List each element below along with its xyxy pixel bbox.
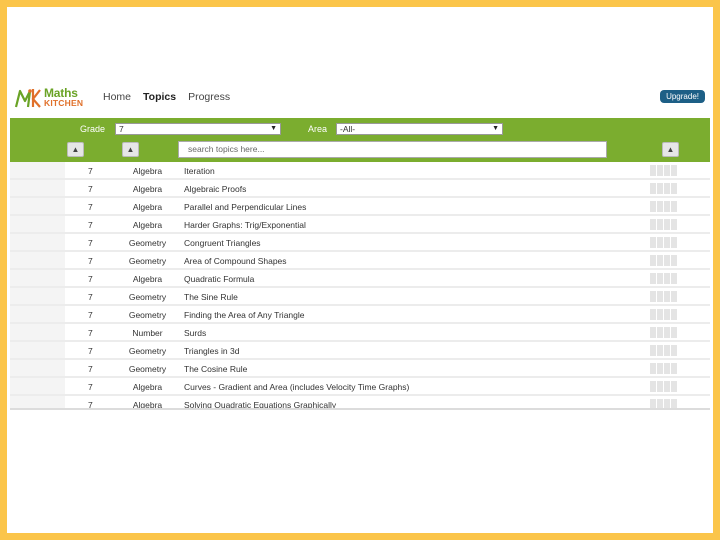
caret-up-icon: ▲ — [666, 145, 675, 154]
progress-indicator — [650, 309, 677, 320]
sort-area-button[interactable]: ▲ — [122, 142, 139, 157]
row-topic[interactable]: Curves - Gradient and Area (includes Vel… — [184, 382, 409, 392]
chevron-down-icon: ▼ — [270, 125, 277, 132]
row-grade: 7 — [88, 274, 93, 284]
maths-kitchen-app: Maths KITCHEN Home Topics Progress Upgra… — [10, 80, 710, 410]
row-grade: 7 — [88, 382, 93, 392]
row-topic[interactable]: Congruent Triangles — [184, 238, 261, 248]
divider — [10, 408, 710, 410]
row-area: Number — [132, 328, 163, 338]
filter-bar: Grade 7 ▼ Area -All- ▼ ▲ ▲ search topics… — [10, 118, 710, 162]
row-area: Algebra — [132, 382, 163, 392]
row-grade: 7 — [88, 166, 93, 176]
row-topic[interactable]: Quadratic Formula — [184, 274, 254, 284]
logo[interactable]: Maths KITCHEN — [14, 84, 92, 110]
row-grade: 7 — [88, 220, 93, 230]
area-label: Area — [308, 124, 328, 134]
row-topic[interactable]: Finding the Area of Any Triangle — [184, 310, 305, 320]
table-row[interactable]: 7 Geometry Congruent Triangles — [10, 234, 710, 252]
grade-select-value: 7 — [119, 124, 124, 134]
row-topic[interactable]: Parallel and Perpendicular Lines — [184, 202, 306, 212]
nav-home[interactable]: Home — [103, 91, 131, 103]
table-row[interactable]: 7 Geometry Finding the Area of Any Triangl… — [10, 306, 710, 324]
progress-indicator — [650, 345, 677, 356]
table-row[interactable]: 7 Algebra Curves - Gradient and Area (incl… — [10, 378, 710, 396]
table-row[interactable]: 7 Algebra Quadratic Formula — [10, 270, 710, 288]
row-grade: 7 — [88, 256, 93, 266]
progress-indicator — [650, 273, 677, 284]
upgrade-button[interactable]: Upgrade! — [660, 90, 705, 103]
row-topic[interactable]: The Cosine Rule — [184, 364, 247, 374]
row-topic[interactable]: Triangles in 3d — [184, 346, 239, 356]
row-grade: 7 — [88, 184, 93, 194]
row-grade: 7 — [88, 292, 93, 302]
sort-grade-button[interactable]: ▲ — [67, 142, 84, 157]
table-row[interactable]: 7 Geometry Triangles in 3d — [10, 342, 710, 360]
main-nav: Home Topics Progress — [103, 91, 230, 103]
caret-up-icon: ▲ — [71, 145, 80, 154]
row-topic[interactable]: Surds — [184, 328, 206, 338]
progress-indicator — [650, 363, 677, 374]
progress-indicator — [650, 183, 677, 194]
mk-logo-icon — [14, 89, 41, 108]
area-select[interactable]: -All- ▼ — [336, 123, 503, 135]
row-grade: 7 — [88, 364, 93, 374]
row-area: Geometry — [128, 292, 167, 302]
nav-progress[interactable]: Progress — [188, 91, 230, 103]
logo-text-kitchen: KITCHEN — [44, 98, 84, 108]
progress-indicator — [650, 237, 677, 248]
table-row[interactable]: 7 Number Surds — [10, 324, 710, 342]
table-row[interactable]: 7 Algebra Parallel and Perpendicular Lines — [10, 198, 710, 216]
progress-indicator — [650, 255, 677, 266]
area-select-value: -All- — [340, 124, 356, 134]
row-area: Geometry — [128, 310, 167, 320]
progress-indicator — [650, 219, 677, 230]
row-area: Algebra — [132, 220, 163, 230]
row-topic[interactable]: Iteration — [184, 166, 215, 176]
chevron-down-icon: ▼ — [492, 125, 499, 132]
row-grade: 7 — [88, 346, 93, 356]
search-input[interactable]: search topics here... — [178, 141, 607, 158]
progress-indicator — [650, 327, 677, 338]
row-grade: 7 — [88, 328, 93, 338]
progress-indicator — [650, 201, 677, 212]
header: Maths KITCHEN Home Topics Progress Upgra… — [10, 80, 710, 118]
row-topic[interactable]: Harder Graphs: Trig/Exponential — [184, 220, 306, 230]
row-area: Geometry — [128, 364, 167, 374]
row-area: Algebra — [132, 274, 163, 284]
table-row[interactable]: 7 Algebra Algebraic Proofs — [10, 180, 710, 198]
table-row[interactable]: 7 Algebra Iteration — [10, 162, 710, 180]
progress-indicator — [650, 291, 677, 302]
nav-topics[interactable]: Topics — [143, 91, 176, 103]
row-area: Geometry — [128, 346, 167, 356]
grade-select[interactable]: 7 ▼ — [115, 123, 281, 135]
table-row[interactable]: 7 Geometry Area of Compound Shapes — [10, 252, 710, 270]
table-row[interactable]: 7 Geometry The Sine Rule — [10, 288, 710, 306]
row-topic[interactable]: The Sine Rule — [184, 292, 238, 302]
row-topic[interactable]: Area of Compound Shapes — [184, 256, 287, 266]
row-grade: 7 — [88, 202, 93, 212]
row-grade: 7 — [88, 310, 93, 320]
sort-progress-button[interactable]: ▲ — [662, 142, 679, 157]
progress-indicator — [650, 381, 677, 392]
table-row[interactable]: 7 Algebra Harder Graphs: Trig/Exponential — [10, 216, 710, 234]
row-area: Geometry — [128, 238, 167, 248]
grade-label: Grade — [80, 124, 106, 134]
row-area: Algebra — [132, 166, 163, 176]
progress-indicator — [650, 165, 677, 176]
topics-table: 7 Algebra Iteration 7 Algebra Algebraic Proof… — [10, 162, 710, 410]
table-row[interactable]: 7 Geometry The Cosine Rule — [10, 360, 710, 378]
row-topic[interactable]: Algebraic Proofs — [184, 184, 246, 194]
row-grade: 7 — [88, 238, 93, 248]
row-area: Algebra — [132, 202, 163, 212]
row-area: Geometry — [128, 256, 167, 266]
caret-up-icon: ▲ — [126, 145, 135, 154]
row-area: Algebra — [132, 184, 163, 194]
